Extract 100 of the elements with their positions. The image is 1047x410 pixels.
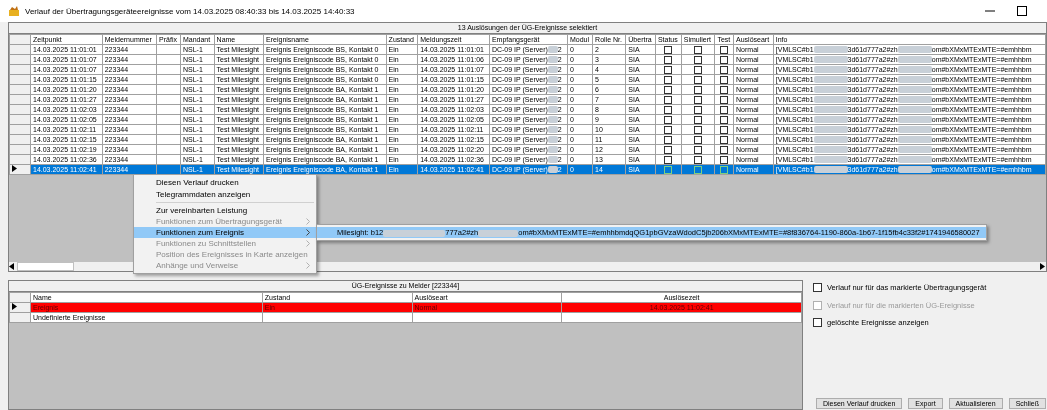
checkbox[interactable]: [720, 165, 729, 174]
menu-item-label: Funktionen zum Übertragungsgerät: [156, 217, 282, 226]
redacted-block: [897, 126, 932, 134]
redacted-block: [813, 166, 848, 174]
checkbox[interactable]: [694, 65, 703, 74]
checkbox[interactable]: [664, 55, 673, 64]
table-cell: [156, 124, 181, 135]
checkbox[interactable]: [664, 145, 673, 154]
menu-item-label: Funktionen zu Schnittstellen: [156, 239, 257, 248]
checkbox[interactable]: [720, 55, 729, 64]
checkbox[interactable]: [664, 165, 673, 174]
checkbox[interactable]: [720, 95, 729, 104]
menu-item-label: Diesen Verlauf drucken: [156, 178, 239, 187]
redacted-block: [547, 156, 558, 164]
checkbox[interactable]: [720, 45, 729, 54]
redacted-block: [813, 116, 848, 124]
table-cell: [156, 64, 181, 75]
checkbox[interactable]: [720, 155, 729, 164]
right-arrow-icon: [1040, 263, 1046, 270]
checkbox[interactable]: [664, 95, 673, 104]
scrollbar-thumb[interactable]: [17, 262, 74, 271]
redacted-block: [547, 116, 558, 124]
table-cell: [156, 154, 181, 165]
redacted-block: [897, 56, 932, 64]
checkbox[interactable]: [664, 125, 673, 134]
menu-item[interactable]: Funktionen zum Ereignis: [134, 227, 316, 238]
redacted-block: [813, 136, 848, 144]
checkbox[interactable]: [664, 115, 673, 124]
window-title: Verlauf der Übertragungsgeräteereignisse vom 14.03.2025 08:40:33 bis 14.03.2025 14:40:33: [25, 6, 356, 16]
row-header-cell: [9, 292, 31, 303]
app-icon: [8, 5, 20, 17]
redacted-block: [383, 229, 446, 237]
table-cell: [156, 74, 181, 85]
checkbox[interactable]: [694, 75, 703, 84]
checkbox[interactable]: [664, 155, 673, 164]
redacted-block: [547, 136, 558, 144]
row-header-cell: [9, 104, 31, 115]
checkbox[interactable]: [664, 135, 673, 144]
menu-item[interactable]: Diesen Verlauf drucken: [134, 177, 316, 188]
checkbox[interactable]: [694, 165, 703, 174]
checkbox[interactable]: [664, 45, 673, 54]
checkbox[interactable]: [664, 85, 673, 94]
checkbox[interactable]: [694, 105, 703, 114]
redacted-block: [813, 66, 848, 74]
row-marker-icon: [12, 303, 17, 310]
row-header-cell: [9, 312, 31, 323]
redacted-block: [547, 76, 558, 84]
checkbox[interactable]: [720, 145, 729, 154]
checkbox[interactable]: [664, 105, 673, 114]
checkbox[interactable]: [720, 135, 729, 144]
row-header-cell: [9, 54, 31, 65]
table-cell: [156, 84, 181, 95]
menu-item-label: Position des Ereignisses in Karte anzeigen: [156, 250, 308, 259]
table-cell: [156, 44, 181, 55]
redacted-block: [547, 46, 558, 54]
checkbox[interactable]: [720, 65, 729, 74]
redacted-block: [813, 146, 848, 154]
row-header-cell: [9, 84, 31, 95]
checkbox[interactable]: [720, 75, 729, 84]
checkbox[interactable]: [720, 85, 729, 94]
checkbox[interactable]: [720, 105, 729, 114]
table-cell: [156, 54, 181, 65]
row-header-cell: [9, 34, 31, 45]
checkbox[interactable]: [694, 115, 703, 124]
checkbox[interactable]: [720, 115, 729, 124]
redacted-block: [897, 66, 932, 74]
checkbox[interactable]: [720, 125, 729, 134]
row-header-cell: [9, 74, 31, 85]
table-cell: [156, 144, 181, 155]
checkbox[interactable]: [664, 65, 673, 74]
checkbox[interactable]: [694, 125, 703, 134]
menu-item[interactable]: Zur vereinbarten Leistung: [134, 205, 316, 216]
checkbox[interactable]: [694, 45, 703, 54]
redacted-block: [897, 166, 932, 174]
checkbox[interactable]: [694, 155, 703, 164]
redacted-block: [813, 46, 848, 54]
row-header-cell: [9, 134, 31, 145]
checkbox[interactable]: [664, 75, 673, 84]
redacted-block: [547, 56, 558, 64]
redacted-block: [813, 126, 848, 134]
redacted-block: [547, 86, 558, 94]
checkbox[interactable]: [813, 318, 822, 328]
row-header-cell: [9, 124, 31, 135]
checkbox[interactable]: [694, 135, 703, 144]
redacted-block: [813, 56, 848, 64]
checkbox[interactable]: [694, 145, 703, 154]
redacted-block: [478, 229, 519, 237]
maximize-icon[interactable]: [1017, 6, 1027, 16]
menu-item-label: Anhänge und Verweise: [156, 261, 239, 270]
redacted-block: [897, 96, 932, 104]
checkbox[interactable]: [694, 95, 703, 104]
redacted-block: [547, 106, 558, 114]
checkbox[interactable]: [813, 283, 822, 293]
checkbox[interactable]: [694, 85, 703, 94]
redacted-block: [897, 136, 932, 144]
redacted-block: [813, 156, 848, 164]
redacted-block: [897, 86, 932, 94]
checkbox[interactable]: [694, 55, 703, 64]
left-arrow-icon: [9, 263, 15, 270]
menu-item-label: Funktionen zum Ereignis: [156, 228, 245, 237]
